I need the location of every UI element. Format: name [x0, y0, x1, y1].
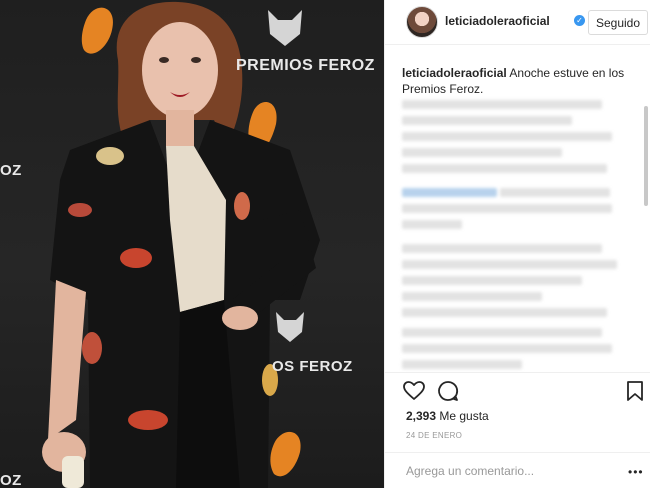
header-username[interactable]: leticiadoleraoficial	[445, 14, 550, 28]
bookmark-icon[interactable]	[623, 379, 647, 403]
post-date[interactable]: 24 DE ENERO	[406, 431, 462, 440]
likes-summary[interactable]: 2,393 Me gusta	[406, 409, 489, 423]
backdrop-text: OS FEROZ	[272, 358, 353, 375]
heart-icon[interactable]	[402, 379, 426, 403]
backdrop-fox-logo-2	[276, 312, 304, 342]
backdrop-flame	[81, 7, 113, 54]
verified-badge-icon: ✓	[574, 15, 585, 26]
comment-bubble-icon[interactable]	[436, 379, 460, 403]
face	[142, 22, 218, 118]
backdrop-flame-3	[270, 431, 301, 477]
likes-count: 2,393	[406, 409, 437, 423]
backdrop-fox-logo	[268, 10, 302, 46]
add-comment-bar: •••	[385, 452, 650, 488]
clutch	[62, 456, 84, 488]
hand	[222, 306, 258, 330]
backdrop-text: OZ	[0, 472, 22, 488]
comment-input[interactable]	[406, 462, 616, 480]
more-options-icon[interactable]: •••	[628, 465, 644, 479]
likes-label: Me gusta	[439, 409, 489, 423]
avatar[interactable]	[406, 6, 438, 38]
post-actions	[385, 372, 650, 406]
post-photo[interactable]: PREMIOS FEROZ OS FEROZ OZ OZ	[0, 0, 384, 488]
comments-section[interactable]: leticiadoleraoficial Anoche estuve en lo…	[385, 46, 650, 372]
caption-username[interactable]: leticiadoleraoficial	[402, 66, 507, 80]
post-header: leticiadoleraoficial ✓ Seguido	[385, 0, 650, 45]
post-caption: leticiadoleraoficial Anoche estuve en lo…	[402, 65, 628, 97]
backdrop-text: OZ	[0, 162, 22, 179]
post-side-panel: leticiadoleraoficial ✓ Seguido leticiado…	[384, 0, 650, 488]
backdrop-text: PREMIOS FEROZ	[236, 57, 375, 74]
following-button[interactable]: Seguido	[588, 10, 648, 35]
comments-scrollbar[interactable]	[644, 106, 648, 206]
